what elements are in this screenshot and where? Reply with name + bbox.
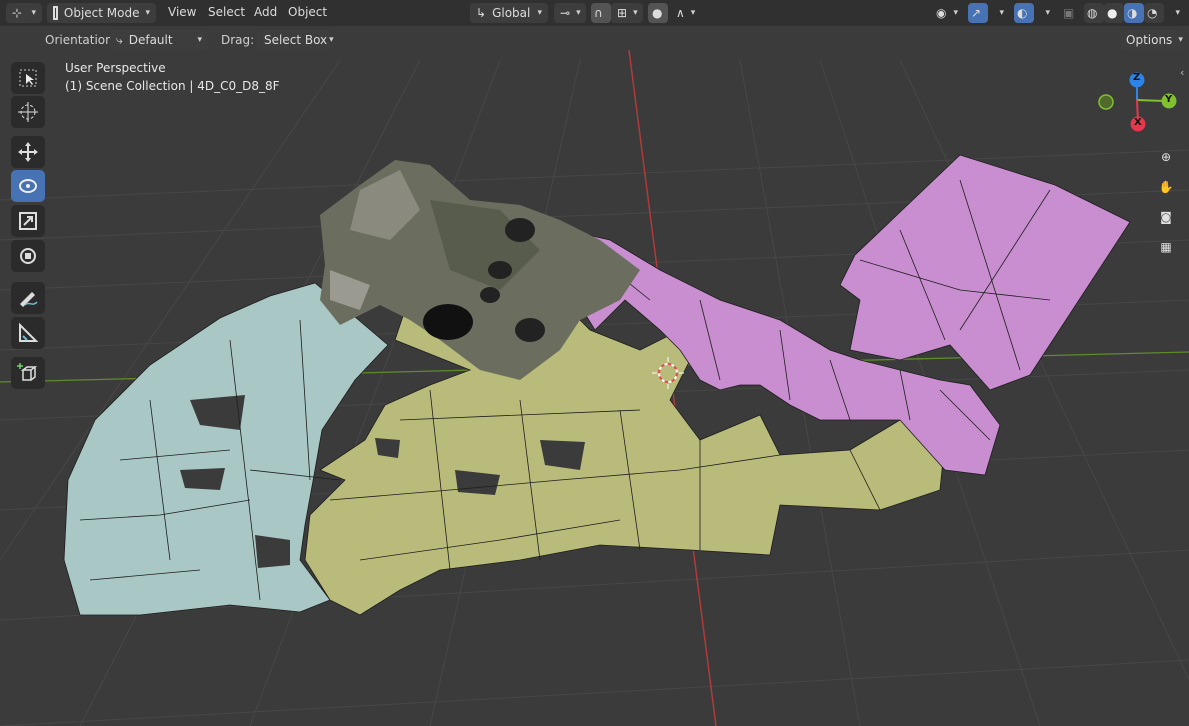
menu-view[interactable]: View [168, 5, 196, 19]
zoom-icon: ⊕ [1160, 150, 1172, 164]
grid-icon: ▦ [1160, 240, 1172, 254]
orientation-dropdown[interactable]: ⤷ Default ▾ [110, 30, 208, 50]
tool-rotate[interactable] [11, 170, 45, 202]
view-name: User Perspective [65, 61, 166, 75]
orientation-axes-icon: ↳ [476, 6, 487, 20]
camera-view-button[interactable]: ◙ [1155, 206, 1177, 228]
orientation-value: Default [128, 33, 173, 47]
editor-type-button[interactable]: ⊹ ▾ [6, 3, 42, 23]
hand-icon: ✋ [1158, 180, 1174, 194]
falloff-dropdown[interactable]: ∧ ▾ [670, 3, 698, 23]
ortho-toggle-button[interactable]: ▦ [1155, 236, 1177, 258]
shading-material[interactable]: ◑ [1124, 3, 1144, 23]
move-icon [18, 142, 38, 162]
drag-dropdown[interactable]: Select Box ▾ [257, 30, 334, 50]
gizmo-z-label: Z [1133, 72, 1141, 83]
mode-selector[interactable]: Object Mode ▾ [47, 3, 156, 23]
gizmo-arrow-icon: ↗ [971, 6, 982, 20]
xray-icon: ▣ [1063, 6, 1075, 20]
pivot-point-dropdown[interactable]: ⊸ ▾ [554, 3, 586, 23]
shading-solid[interactable]: ● [1104, 3, 1124, 23]
falloff-curve-icon: ∧ [676, 6, 685, 20]
shading-dropdown[interactable]: ▾ [1164, 3, 1182, 23]
transform-orientation-value: Global [492, 6, 531, 20]
pan-button[interactable]: ✋ [1155, 176, 1177, 198]
proportional-edit-icon: ● [652, 6, 663, 20]
transform-icon [20, 248, 36, 264]
shading-rendered[interactable]: ◔ [1144, 3, 1164, 23]
gizmo-toggle[interactable]: ↗ [968, 3, 988, 23]
overlays-toggle[interactable]: ◐ [1014, 3, 1034, 23]
zoom-button[interactable]: ⊕ [1155, 146, 1177, 168]
material-shading-icon: ◑ [1127, 6, 1138, 20]
tool-measure[interactable] [11, 317, 45, 349]
xray-toggle[interactable]: ▣ [1060, 3, 1080, 23]
menu-object[interactable]: Object [288, 5, 327, 19]
rendered-shading-icon: ◔ [1147, 6, 1158, 20]
scale-icon [19, 212, 37, 230]
menu-add[interactable]: Add [254, 5, 277, 19]
measure-icon [19, 322, 39, 342]
mode-label: Object Mode [63, 6, 140, 20]
gizmo-dropdown[interactable]: ▾ [988, 3, 1006, 23]
pivot-icon: ⊸ [560, 6, 571, 20]
tool-cursor[interactable] [11, 96, 45, 128]
overlays-icon: ◐ [1017, 6, 1028, 20]
camera-icon: ◙ [1160, 210, 1172, 224]
editor-type-icon: ⊹ [12, 6, 23, 20]
drag-label: Drag: [221, 33, 255, 47]
collection-info: (1) Scene Collection | 4D_C0_D8_8F [65, 79, 280, 93]
tool-annotate[interactable] [11, 282, 45, 314]
options-label: Options [1126, 33, 1173, 47]
eye-icon: ◉ [936, 6, 947, 20]
cursor-icon [18, 102, 38, 122]
drag-value: Select Box [264, 33, 328, 47]
annotate-icon [20, 292, 38, 307]
orientation-axis-icon: ⤷ [116, 32, 123, 47]
snap-grid-icon: ⊞ [617, 6, 628, 20]
orientation-label: Orientation: [45, 33, 117, 47]
tool-transform[interactable] [11, 240, 45, 272]
transform-orientation-dropdown[interactable]: ↳ Global ▾ [470, 3, 548, 23]
wireframe-shading-icon: ◍ [1087, 6, 1098, 20]
tool-select-box[interactable] [11, 62, 45, 94]
rotate-icon [19, 179, 37, 193]
gizmo-x-label: X [1134, 117, 1142, 128]
object-mode-icon [53, 6, 58, 20]
visibility-dropdown[interactable]: ◉ ▾ [930, 3, 964, 23]
solid-shading-icon: ● [1107, 6, 1118, 20]
magnet-icon: ∩ [594, 6, 603, 20]
snap-toggle[interactable]: ∩ [591, 3, 611, 23]
tool-add-cube[interactable] [11, 357, 45, 389]
menu-select[interactable]: Select [208, 5, 245, 19]
snap-target-dropdown[interactable]: ⊞ ▾ [611, 3, 643, 23]
tweak-icon [19, 69, 37, 87]
shading-wireframe[interactable]: ◍ [1084, 3, 1104, 23]
add-cube-icon [17, 363, 38, 381]
sidebar-toggle[interactable]: ‹ [1180, 66, 1184, 79]
gizmo-y-label: Y [1165, 94, 1173, 105]
3d-viewport[interactable] [0, 0, 1189, 726]
options-dropdown[interactable]: Options ▾ [1120, 30, 1183, 50]
tool-move[interactable] [11, 136, 45, 168]
tool-scale[interactable] [11, 205, 45, 237]
overlays-dropdown[interactable]: ▾ [1034, 3, 1052, 23]
proportional-edit-toggle[interactable]: ● [648, 3, 668, 23]
